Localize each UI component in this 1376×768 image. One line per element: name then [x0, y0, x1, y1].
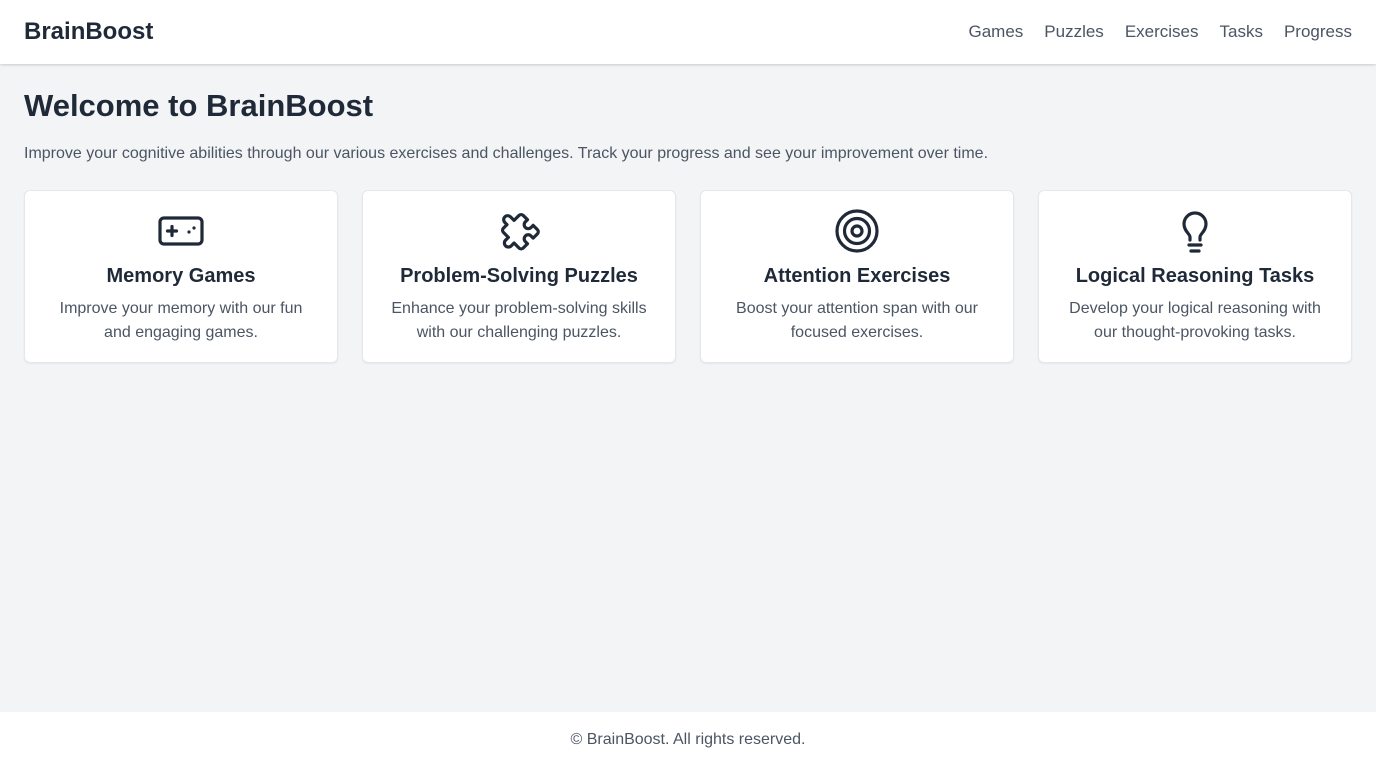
card-logical-reasoning-tasks[interactable]: Logical Reasoning Tasks Develop your log… — [1038, 190, 1352, 363]
nav-link-puzzles[interactable]: Puzzles — [1044, 22, 1104, 42]
puzzle-icon — [383, 207, 655, 255]
card-title: Attention Exercises — [763, 265, 951, 287]
nav-link-progress[interactable]: Progress — [1284, 22, 1352, 42]
nav-link-tasks[interactable]: Tasks — [1220, 22, 1263, 42]
card-description: Boost your attention span with our focus… — [736, 300, 978, 341]
target-icon — [721, 207, 993, 255]
card-attention-exercises[interactable]: Attention Exercises Boost your attention… — [700, 190, 1014, 363]
feature-cards: Memory Games Improve your memory with ou… — [24, 190, 1352, 363]
card-description: Enhance your problem-solving skills with… — [391, 300, 647, 341]
lightbulb-icon — [1059, 207, 1331, 255]
card-title: Problem-Solving Puzzles — [400, 265, 638, 287]
top-navbar: BrainBoost Games Puzzles Exercises Tasks… — [0, 0, 1376, 64]
card-problem-solving-puzzles[interactable]: Problem-Solving Puzzles Enhance your pro… — [362, 190, 676, 363]
nav-link-exercises[interactable]: Exercises — [1125, 22, 1199, 42]
card-title: Memory Games — [106, 265, 256, 287]
card-memory-games[interactable]: Memory Games Improve your memory with ou… — [24, 190, 338, 363]
page-title: Welcome to BrainBoost — [24, 88, 374, 123]
intro-text: Improve your cognitive abilities through… — [24, 145, 989, 162]
card-title: Logical Reasoning Tasks — [1075, 265, 1315, 287]
main-nav: Games Puzzles Exercises Tasks Progress — [947, 22, 1352, 42]
card-description: Improve your memory with our fun and eng… — [59, 300, 303, 341]
page-footer: © BrainBoost. All rights reserved. — [0, 712, 1376, 768]
gamepad-icon — [45, 207, 317, 255]
card-description: Develop your logical reasoning with our … — [1069, 300, 1321, 341]
brand-logo[interactable]: BrainBoost — [24, 18, 153, 46]
main-content: Welcome to BrainBoost Improve your cogni… — [0, 64, 1376, 363]
nav-link-games[interactable]: Games — [968, 22, 1023, 42]
copyright-text: © BrainBoost. All rights reserved. — [570, 731, 806, 748]
